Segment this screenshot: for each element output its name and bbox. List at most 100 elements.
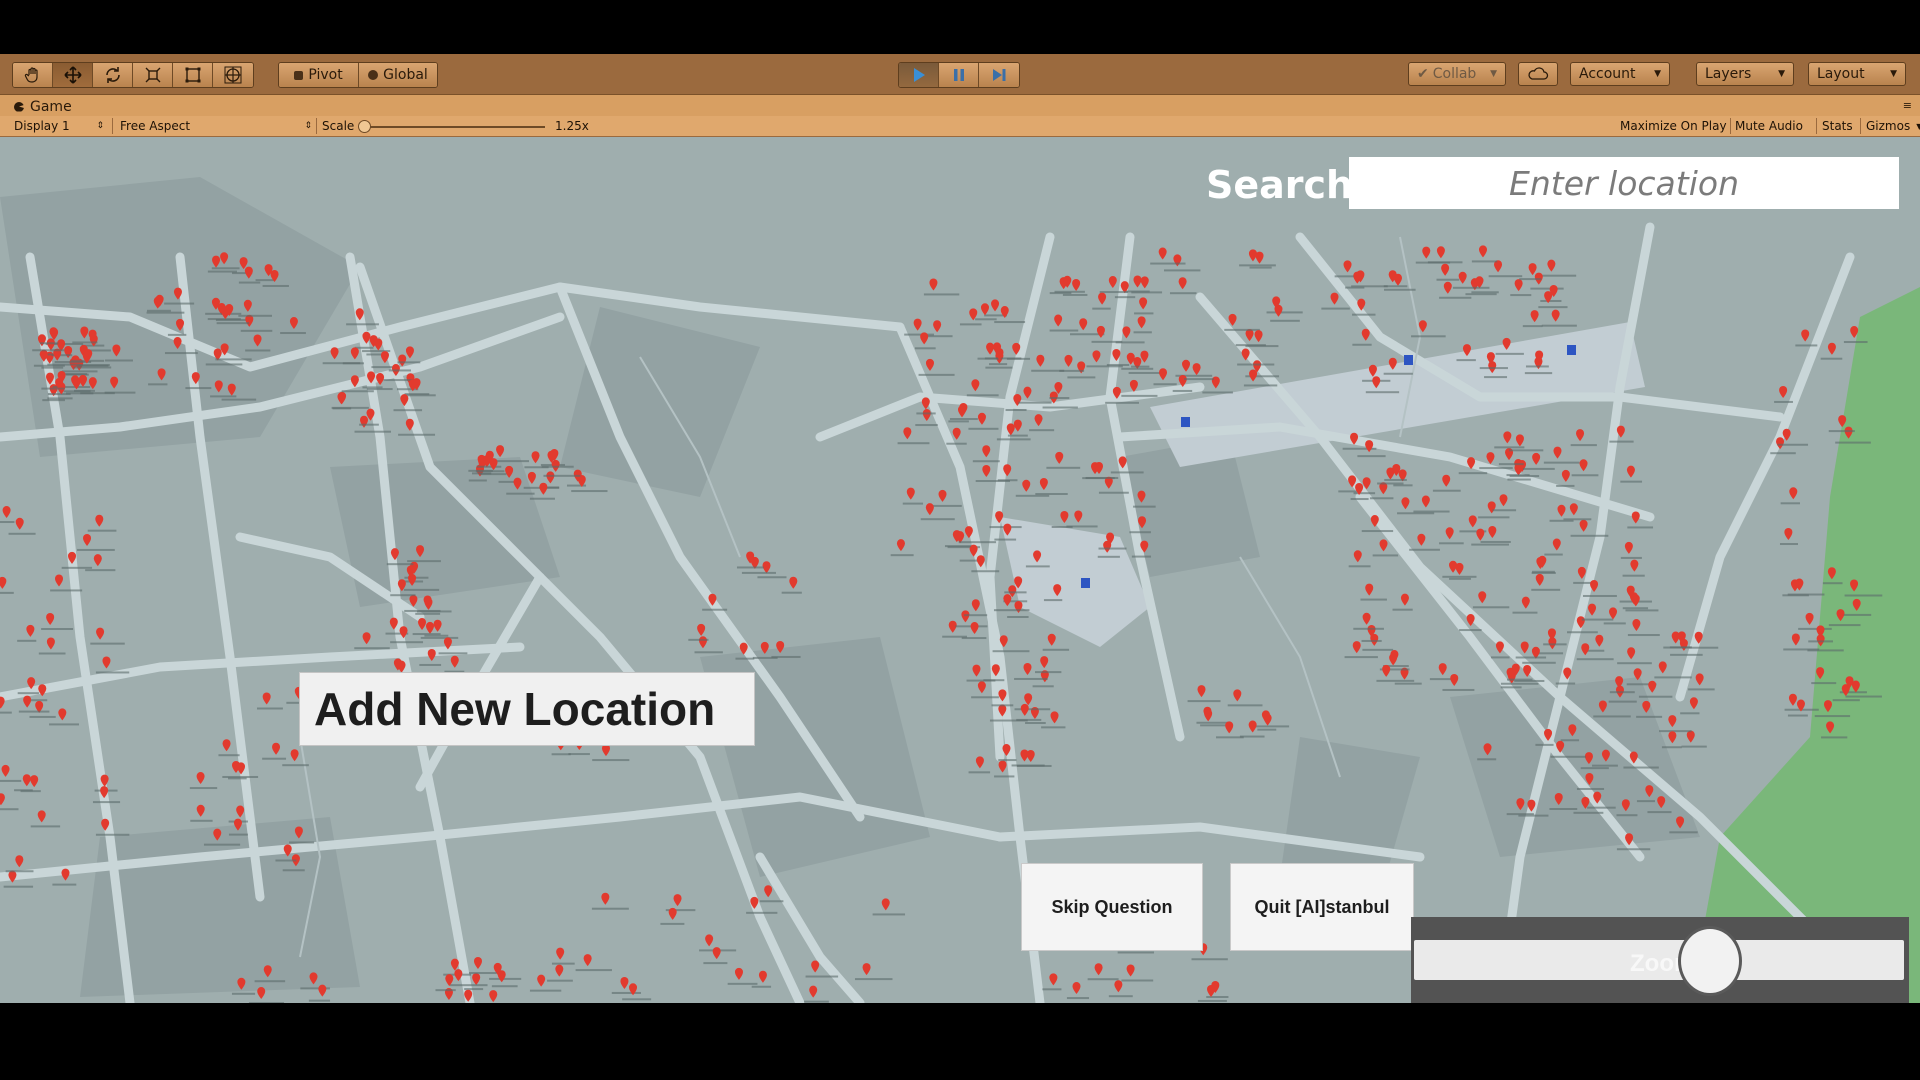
pivot-icon	[294, 70, 304, 80]
map-poi-label	[371, 366, 393, 369]
map-poi-label	[47, 363, 81, 366]
map-poi-label	[958, 541, 997, 544]
pivot-button[interactable]: Pivot	[279, 63, 359, 87]
tab-game[interactable]: Game	[4, 97, 82, 116]
map-poi-label	[1779, 543, 1798, 546]
map-poi-label	[1350, 498, 1369, 501]
map-poi-label	[476, 465, 502, 468]
map-poi-label	[551, 753, 571, 756]
zoom-slider-handle[interactable]	[1678, 926, 1743, 996]
map-poi-label	[660, 922, 685, 925]
map-poi-label	[0, 591, 14, 594]
maximize-on-play-toggle[interactable]: Maximize On Play	[1620, 118, 1727, 134]
map-poi-label	[1524, 372, 1553, 375]
map-poi-label	[240, 329, 273, 332]
map-poi-label	[1042, 406, 1078, 409]
map-poi-label	[282, 764, 309, 767]
scale-slider-handle[interactable]	[358, 120, 371, 133]
map-poi-label	[1348, 565, 1371, 568]
mute-audio-toggle[interactable]: Mute Audio	[1735, 118, 1803, 134]
map-poi-label	[41, 387, 65, 390]
menu-icon[interactable]: ≡	[1903, 99, 1912, 112]
cloud-button[interactable]	[1518, 62, 1558, 86]
map-poi-label	[703, 962, 728, 965]
map-poi-label	[1442, 688, 1475, 691]
map-poi-label	[1409, 548, 1440, 551]
account-dropdown[interactable]: Account ▼	[1570, 62, 1670, 86]
rect-tool-icon[interactable]	[173, 63, 213, 87]
map-poi-label	[1576, 787, 1605, 790]
map-poi-label	[1007, 615, 1029, 618]
global-button[interactable]: Global	[359, 63, 437, 87]
map-poi-label	[1663, 646, 1691, 649]
pause-button[interactable]	[939, 63, 979, 87]
map-poi-label	[262, 284, 289, 287]
mute-audio-label: Mute Audio	[1735, 119, 1803, 133]
map-poi-label	[1049, 397, 1070, 400]
map-poi-label	[1563, 518, 1592, 521]
map-poi-label	[1544, 553, 1563, 556]
map-poi-label	[8, 532, 36, 535]
aspect-dropdown[interactable]: Free Aspect ⇕	[120, 118, 312, 134]
map-poi-label	[221, 398, 257, 401]
search-input[interactable]	[1349, 157, 1899, 209]
pacman-icon	[14, 101, 24, 112]
map-poi-label	[971, 570, 1000, 573]
map-poi-label	[1471, 260, 1498, 263]
map-poi-label	[1121, 979, 1154, 982]
map-poi-label	[1820, 357, 1843, 360]
quit-button[interactable]: Quit [AI]stanbul	[1230, 863, 1414, 951]
map-poi-label	[412, 633, 441, 636]
map-poi-label	[547, 979, 573, 982]
step-button[interactable]	[979, 63, 1019, 87]
tab-game-label: Game	[30, 98, 72, 115]
map-poi-label	[308, 999, 331, 1002]
map-poi-label	[1659, 730, 1692, 733]
map-poi-label	[1828, 624, 1861, 627]
hand-tool-icon[interactable]	[13, 63, 53, 87]
map-poi-label	[1510, 294, 1532, 297]
layers-dropdown[interactable]: Layers ▼	[1696, 62, 1794, 86]
map-poi-label	[1051, 525, 1073, 528]
map-poi-label	[994, 538, 1017, 541]
map-poi-label	[29, 715, 56, 718]
map-poi-label	[407, 560, 441, 563]
map-poi-label	[751, 985, 772, 988]
gizmos-dropdown[interactable]: Gizmos ▼	[1866, 118, 1920, 134]
map-poi-label	[931, 504, 962, 507]
transform-tool-icon[interactable]	[213, 63, 253, 87]
map-poi-label	[1098, 491, 1129, 494]
map-poi-label	[1202, 391, 1233, 394]
skip-question-button[interactable]: Skip Question	[1021, 863, 1203, 951]
map-poi-label	[805, 975, 839, 978]
map-poi-label	[1436, 278, 1460, 281]
map-poi-label	[1098, 547, 1127, 550]
display-dropdown[interactable]: Display 1 ⇕	[14, 118, 104, 134]
map-poi-label	[1237, 363, 1275, 366]
collab-dropdown[interactable]: ✔ Collab ▼	[1408, 62, 1506, 86]
map-poi-label	[254, 980, 286, 983]
layout-dropdown[interactable]: Layout ▼	[1808, 62, 1906, 86]
layout-label: Layout	[1817, 66, 1865, 82]
play-button[interactable]	[899, 63, 939, 87]
map-poi-label	[1811, 682, 1837, 685]
map-poi-label	[1353, 627, 1384, 630]
map-poi-label	[1512, 611, 1538, 614]
map-poi-label	[1609, 691, 1635, 694]
game-viewport[interactable]	[0, 137, 1920, 1003]
map-poi-label	[1625, 609, 1659, 612]
move-tool-icon[interactable]	[53, 63, 93, 87]
city-map[interactable]	[0, 137, 1920, 1003]
scale-slider-track[interactable]	[365, 126, 545, 128]
map-poi-label	[0, 808, 19, 811]
map-poi-label	[1519, 278, 1542, 281]
add-new-location-button[interactable]: Add New Location	[299, 672, 755, 746]
map-poi-label	[0, 521, 15, 524]
scale-tool-icon[interactable]	[133, 63, 173, 87]
map-poi-label	[1471, 291, 1499, 294]
rotate-tool-icon[interactable]	[93, 63, 133, 87]
map-poi-label	[1636, 715, 1663, 718]
stats-toggle[interactable]: Stats	[1822, 118, 1853, 134]
map-poi-label	[916, 412, 936, 415]
map-poi-label	[694, 651, 723, 654]
